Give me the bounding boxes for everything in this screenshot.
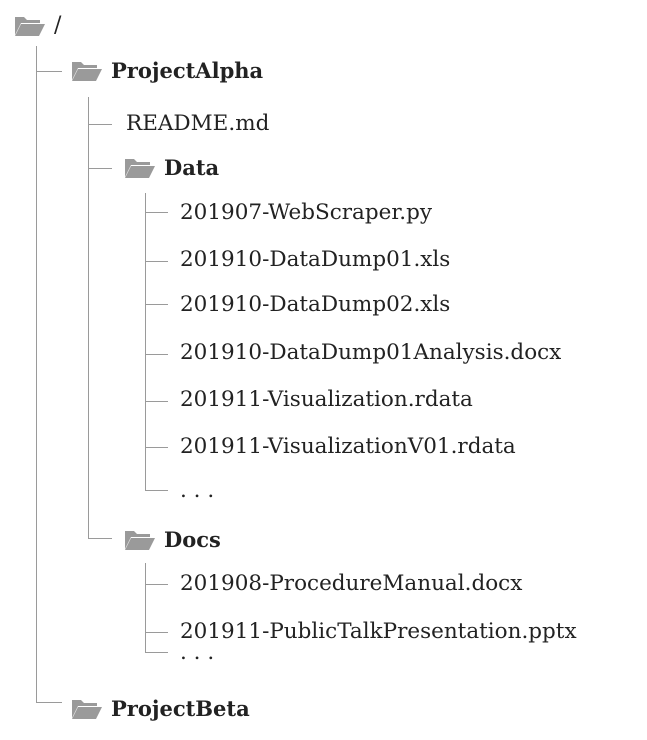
tree-node-root[interactable]: / xyxy=(14,8,61,44)
file-item[interactable]: 201907-WebScraper.py xyxy=(180,195,432,231)
file-tree: / ProjectAlpha README.md Data 201907-Web… xyxy=(0,0,647,740)
folder-open-icon xyxy=(124,529,156,551)
file-label: 201911-PublicTalkPresentation.pptx xyxy=(180,619,577,644)
file-item[interactable]: 201910-DataDump01.xls xyxy=(180,242,450,278)
file-label: README.md xyxy=(126,111,270,136)
tree-connector xyxy=(145,563,146,653)
tree-node-label: / xyxy=(54,13,62,38)
tree-connector xyxy=(145,584,168,585)
folder-label: Docs xyxy=(164,527,221,552)
folder-label: Data xyxy=(164,155,220,180)
tree-connector xyxy=(145,401,168,402)
tree-connector xyxy=(145,447,168,448)
tree-connector xyxy=(145,261,168,262)
folder-label: ProjectAlpha xyxy=(111,58,264,83)
file-item[interactable]: 201910-DataDump02.xls xyxy=(180,287,450,323)
folder-project-alpha[interactable]: ProjectAlpha xyxy=(71,53,263,89)
file-item[interactable]: 201910-DataDump01Analysis.docx xyxy=(180,335,561,371)
tree-connector xyxy=(145,354,168,355)
folder-open-icon xyxy=(71,60,103,82)
tree-connector xyxy=(88,97,89,539)
tree-connector xyxy=(145,490,168,491)
file-label: 201908-ProcedureManual.docx xyxy=(180,571,523,596)
folder-docs[interactable]: Docs xyxy=(124,522,221,558)
tree-connector xyxy=(145,304,168,305)
tree-connector xyxy=(88,124,112,125)
file-item[interactable]: 201911-Visualization.rdata xyxy=(180,382,473,418)
tree-connector xyxy=(36,702,62,703)
file-label: 201911-VisualizationV01.rdata xyxy=(180,434,516,459)
file-label: 201907-WebScraper.py xyxy=(180,200,433,225)
file-label: 201911-Visualization.rdata xyxy=(180,387,473,412)
file-label: 201910-DataDump02.xls xyxy=(180,292,451,317)
file-item[interactable]: 201911-VisualizationV01.rdata xyxy=(180,429,516,465)
folder-open-icon xyxy=(124,157,156,179)
tree-connector xyxy=(88,538,112,539)
folder-open-icon xyxy=(14,15,46,37)
file-label: 201910-DataDump01Analysis.docx xyxy=(180,340,562,365)
file-item[interactable]: 201911-PublicTalkPresentation.pptx xyxy=(180,614,577,650)
tree-connector xyxy=(88,168,112,169)
file-readme[interactable]: README.md xyxy=(126,106,269,142)
ellipsis-label: . . . xyxy=(180,478,215,503)
ellipsis: . . . xyxy=(180,473,214,509)
ellipsis: . . . xyxy=(180,635,214,671)
tree-connector xyxy=(36,71,62,72)
file-item[interactable]: 201908-ProcedureManual.docx xyxy=(180,566,522,602)
tree-connector xyxy=(145,212,168,213)
folder-data[interactable]: Data xyxy=(124,150,219,186)
file-label: 201910-DataDump01.xls xyxy=(180,247,451,272)
folder-label: ProjectBeta xyxy=(111,696,250,721)
folder-open-icon xyxy=(71,698,103,720)
ellipsis-label: . . . xyxy=(180,640,215,665)
tree-connector xyxy=(145,652,168,653)
folder-project-beta[interactable]: ProjectBeta xyxy=(71,691,250,727)
tree-connector xyxy=(145,632,168,633)
tree-connector xyxy=(36,46,37,703)
